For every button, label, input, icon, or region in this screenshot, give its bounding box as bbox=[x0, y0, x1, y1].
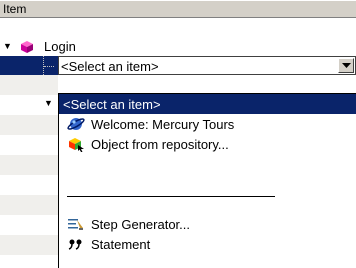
row-shade bbox=[0, 155, 58, 175]
option-label: Object from repository... bbox=[91, 137, 229, 152]
expand-arrow-icon[interactable]: ▼ bbox=[3, 41, 12, 51]
tree-gutter: ▼ bbox=[0, 75, 58, 268]
item-dropdown-list[interactable]: <Select an item> Welcome: Mercury Tours … bbox=[58, 93, 356, 268]
tree-connector-stub bbox=[44, 66, 54, 67]
item-select-combobox[interactable]: <Select an item> bbox=[58, 56, 356, 75]
option-label: <Select an item> bbox=[63, 97, 161, 112]
dropdown-option-select-item[interactable]: <Select an item> bbox=[59, 94, 356, 114]
row-shade bbox=[0, 75, 58, 95]
object-repository-icon bbox=[67, 136, 85, 152]
dropdown-option-object-repository[interactable]: Object from repository... bbox=[59, 134, 356, 154]
row-shade bbox=[0, 115, 58, 135]
row-shade bbox=[0, 195, 58, 215]
statement-icon bbox=[67, 236, 85, 252]
chevron-down-icon bbox=[342, 63, 351, 68]
combobox-value: <Select an item> bbox=[61, 59, 159, 74]
dropdown-option-step-generator[interactable]: Step Generator... bbox=[59, 214, 356, 234]
item-column-header-label: Item bbox=[3, 2, 27, 16]
menu-separator bbox=[67, 196, 275, 197]
expand-arrow-icon[interactable]: ▼ bbox=[44, 98, 53, 108]
dropdown-option-statement[interactable]: Statement bbox=[59, 234, 356, 254]
option-label: Step Generator... bbox=[91, 217, 191, 232]
dropdown-option-welcome[interactable]: Welcome: Mercury Tours bbox=[59, 114, 356, 134]
tree-item-label: Login bbox=[44, 39, 76, 54]
item-column-header[interactable]: Item bbox=[0, 0, 356, 18]
row-shade bbox=[0, 235, 58, 255]
action-cube-icon bbox=[18, 38, 36, 54]
step-generator-icon bbox=[67, 216, 85, 232]
tree-row-login[interactable]: ▼ Login bbox=[0, 36, 356, 56]
option-label: Welcome: Mercury Tours bbox=[91, 117, 235, 132]
globe-icon bbox=[67, 116, 85, 132]
option-label: Statement bbox=[91, 237, 151, 252]
tree-row-select[interactable]: <Select an item> bbox=[0, 56, 356, 75]
dropdown-button[interactable] bbox=[338, 58, 354, 73]
